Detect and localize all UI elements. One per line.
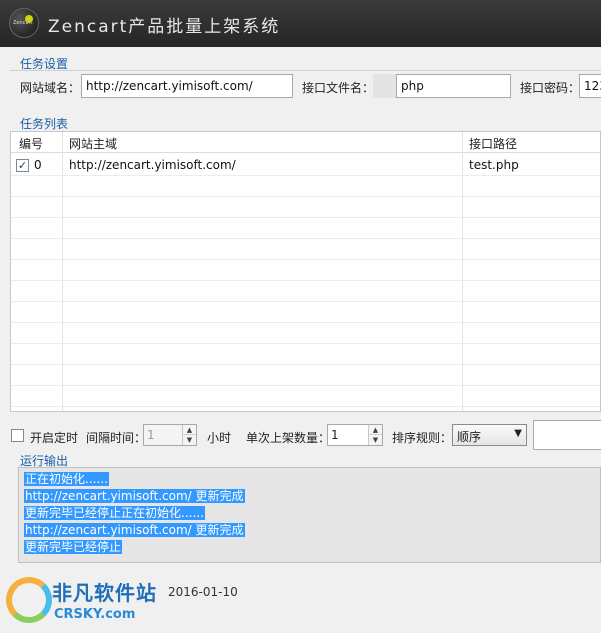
watermark-en: CRSKY.com	[54, 607, 136, 622]
row-checkbox[interactable]: ✓	[16, 159, 29, 172]
col-header-domain[interactable]: 网站主域	[69, 135, 117, 152]
row-line	[11, 280, 600, 281]
interval-label: 间隔时间：	[86, 431, 147, 445]
row-domain: http://zencart.yimisoft.com/	[69, 158, 236, 172]
log-line: http://zencart.yimisoft.com/ 更新完成	[24, 489, 245, 503]
batch-stepper[interactable]: 1 ▲ ▼	[327, 424, 383, 446]
task-list-grid[interactable]: 编号 网站主域 接口路径 ✓ 0 http://zencart.yimisoft…	[10, 131, 601, 412]
col-divider	[462, 132, 463, 411]
timer-checkbox[interactable]	[11, 429, 24, 442]
interval-value: 1	[147, 428, 155, 442]
row-line	[11, 406, 600, 407]
log-line: 更新完毕已经停止正在初始化......	[24, 506, 205, 520]
row-line	[11, 175, 600, 176]
log-line: 正在初始化......	[24, 472, 109, 486]
row-line	[11, 301, 600, 302]
timer-label: 开启定时	[30, 431, 79, 445]
output-log[interactable]: 正在初始化...... http://zencart.yimisoft.com/…	[18, 467, 601, 563]
domain-input[interactable]: http://zencart.yimisoft.com/	[81, 74, 293, 98]
iface-pwd-label: 接口密码：	[520, 81, 581, 95]
log-line: 更新完毕已经停止	[24, 540, 123, 554]
sort-value: 顺序	[457, 430, 482, 444]
extra-input[interactable]	[533, 420, 601, 450]
row-line	[11, 196, 600, 197]
watermark-cn: 非凡软件站	[52, 581, 157, 605]
stepper-down-icon[interactable]: ▼	[369, 435, 382, 445]
row-line	[11, 343, 600, 344]
hour-label: 小时	[207, 431, 232, 445]
chevron-down-icon: ▼	[514, 428, 522, 439]
interval-stepper[interactable]: 1 ▲ ▼	[143, 424, 197, 446]
row-path: test.php	[469, 158, 519, 172]
watermark-logo-icon	[6, 577, 52, 623]
row-id: 0	[34, 158, 42, 172]
col-header-id[interactable]: 编号	[19, 135, 43, 152]
row-line	[11, 259, 600, 260]
row-line	[11, 322, 600, 323]
stepper-up-icon[interactable]: ▲	[369, 425, 382, 435]
stepper-buttons: ▲ ▼	[368, 425, 382, 445]
app-title: Zencart产品批量上架系统	[48, 17, 281, 37]
title-bar: Zencart Zencart产品批量上架系统	[0, 0, 601, 47]
iface-pwd-input[interactable]: 123	[579, 74, 601, 98]
col-header-path[interactable]: 接口路径	[469, 135, 517, 152]
iface-file-input[interactable]: php	[396, 74, 511, 98]
stepper-buttons: ▲ ▼	[182, 425, 196, 445]
watermark: 非凡软件站 CRSKY.com	[0, 573, 170, 633]
stepper-down-icon[interactable]: ▼	[183, 435, 196, 445]
batch-label: 单次上架数量：	[246, 431, 331, 445]
grid-header: 编号 网站主域 接口路径	[11, 132, 600, 153]
domain-label: 网站域名：	[20, 81, 81, 95]
sort-select[interactable]: 顺序 ▼	[452, 424, 527, 446]
logo-dot	[25, 15, 33, 23]
row-line	[11, 217, 600, 218]
app-logo-icon: Zencart	[9, 8, 39, 38]
iface-file-label: 接口文件名：	[302, 81, 375, 95]
footer-date: 2016-01-10	[168, 585, 238, 599]
stepper-up-icon[interactable]: ▲	[183, 425, 196, 435]
row-line	[11, 385, 600, 386]
log-line: http://zencart.yimisoft.com/ 更新完成	[24, 523, 245, 537]
row-line	[11, 238, 600, 239]
col-divider	[62, 132, 63, 411]
row-line	[11, 364, 600, 365]
task-list-legend: 任务列表	[20, 117, 69, 131]
sort-label: 排序规则：	[392, 431, 453, 445]
batch-value: 1	[331, 428, 339, 442]
